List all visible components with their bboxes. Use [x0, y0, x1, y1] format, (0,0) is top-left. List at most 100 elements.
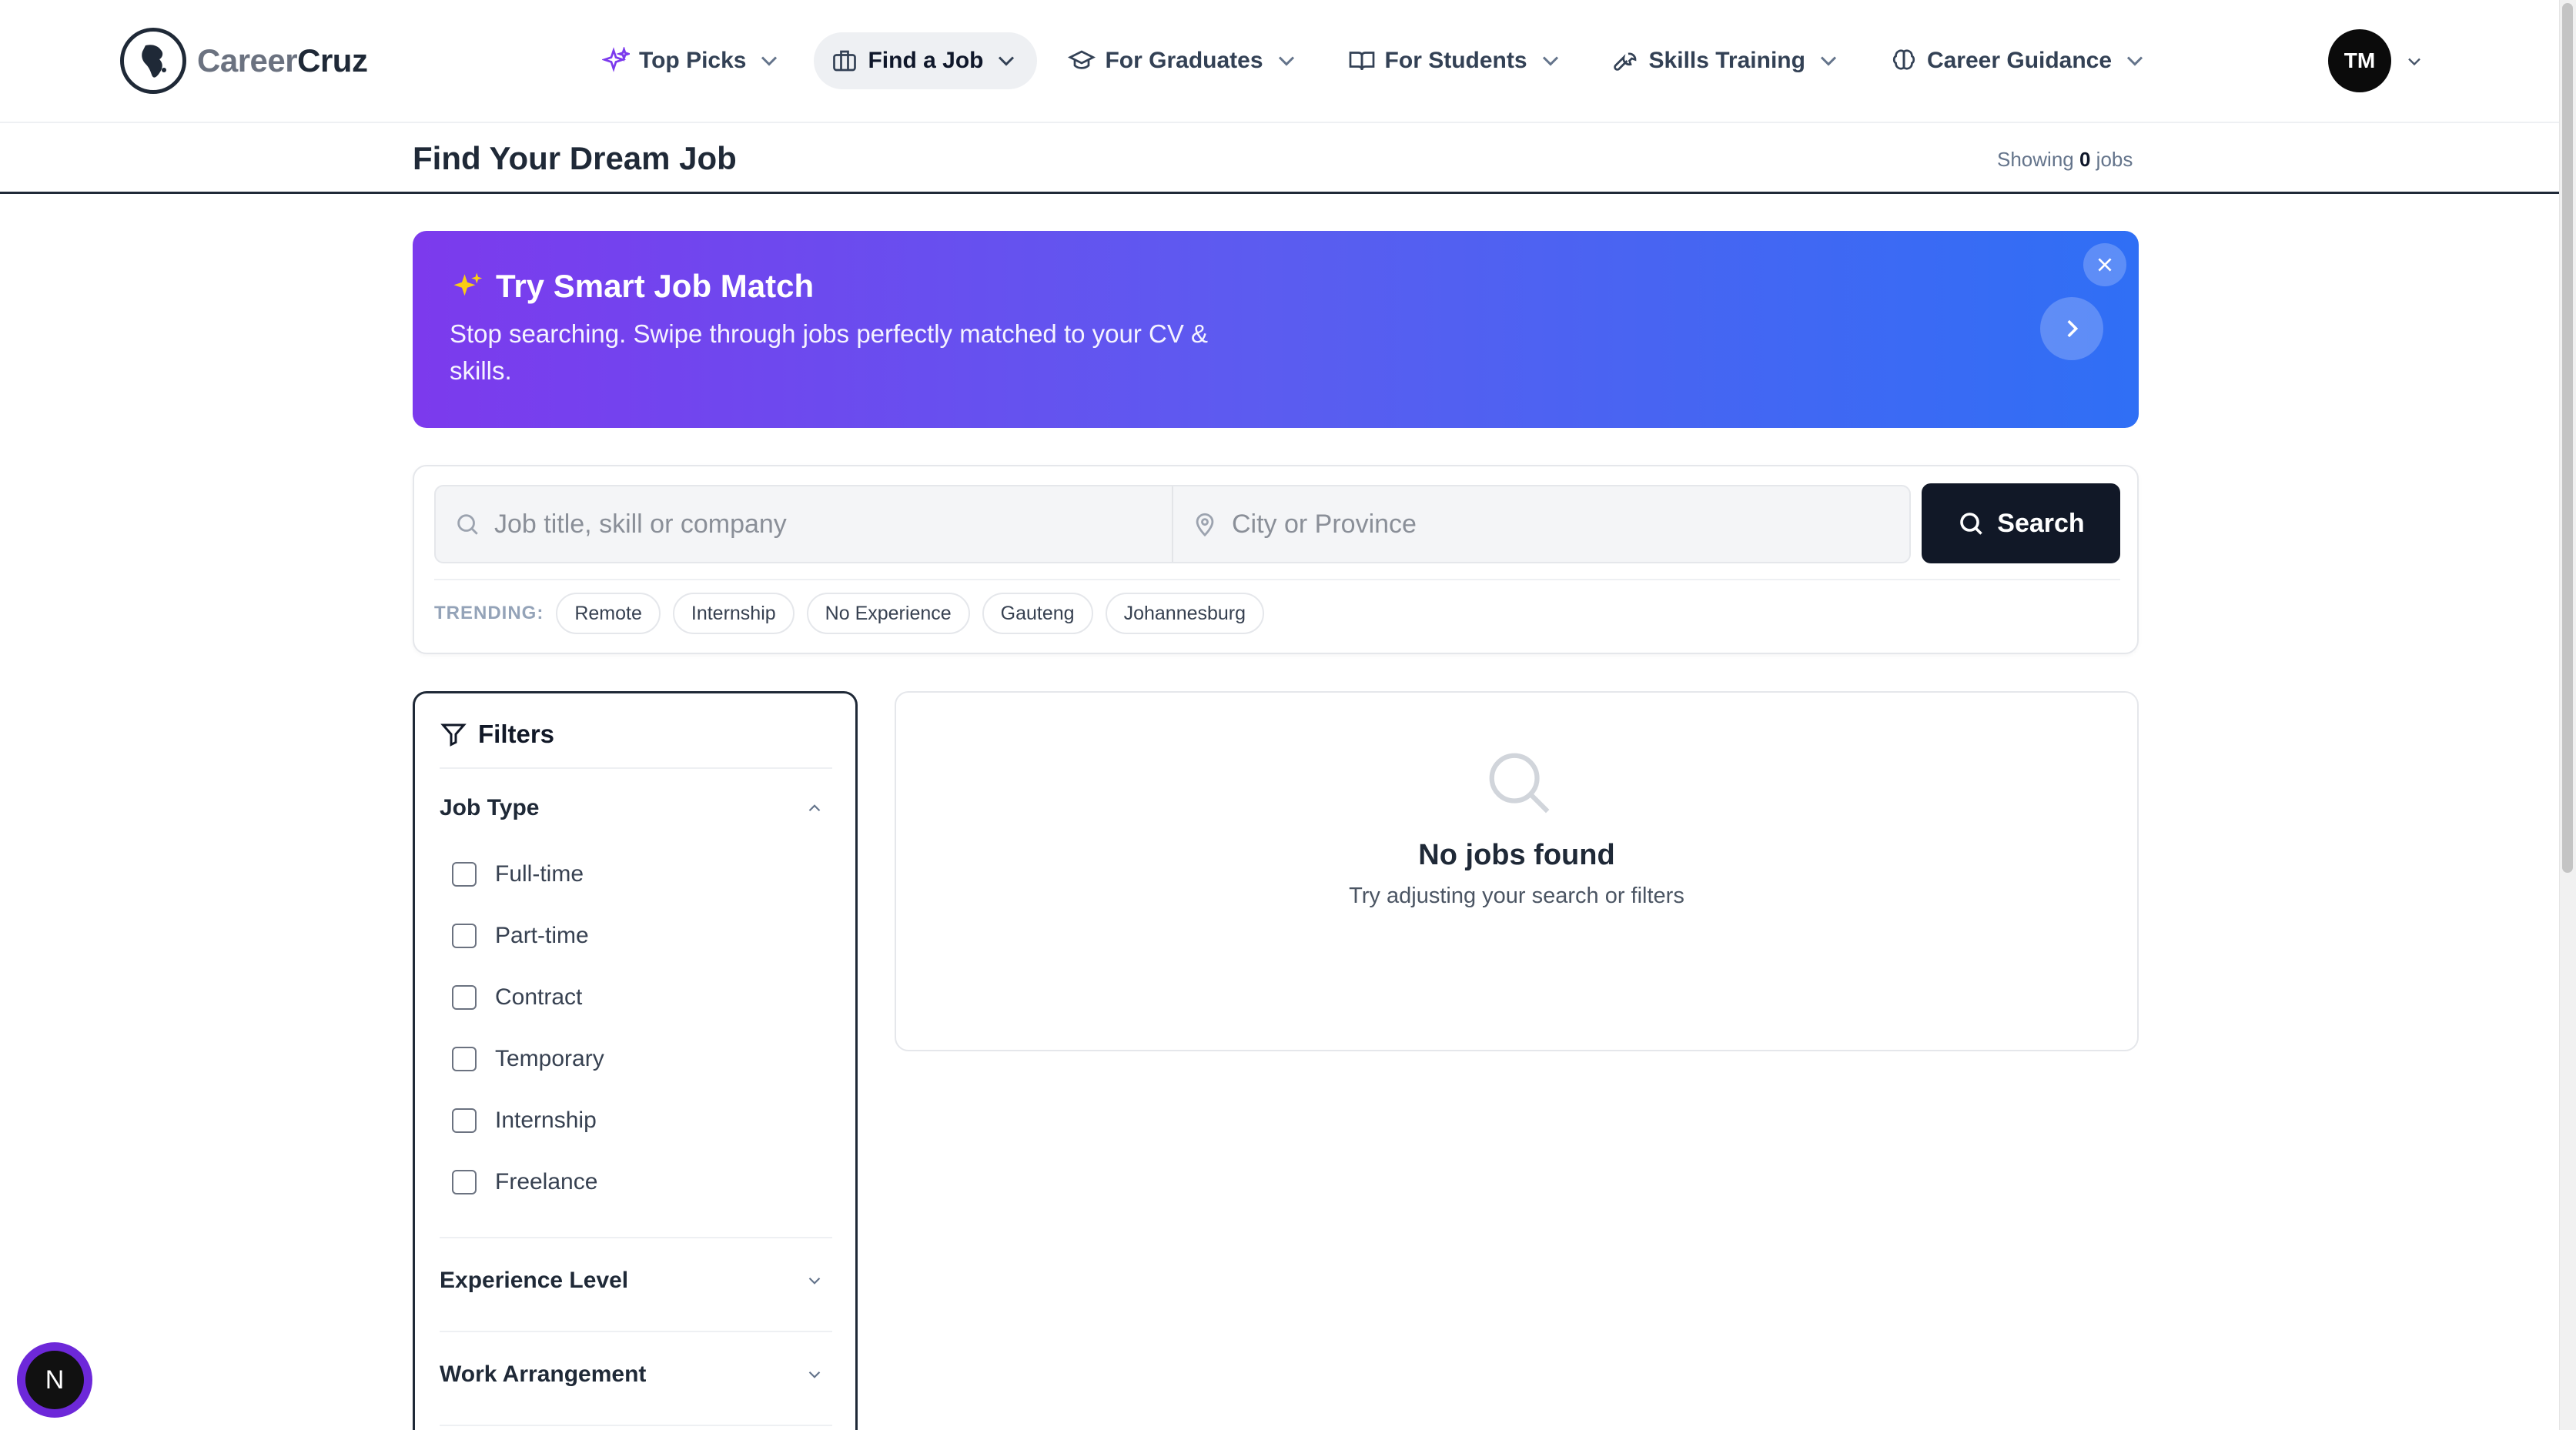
trending-chip[interactable]: Internship — [672, 593, 795, 634]
trending-chip[interactable]: Remote — [556, 593, 661, 634]
job-type-option[interactable]: Internship — [452, 1108, 597, 1134]
option-label: Contract — [495, 984, 583, 1010]
nav-career-guidance[interactable]: Career Guidance — [1873, 32, 2166, 89]
checkbox[interactable] — [452, 1047, 477, 1071]
chevron-down-icon — [808, 1371, 821, 1378]
chevron-down-icon — [761, 56, 778, 66]
trending-chip[interactable]: Johannesburg — [1105, 593, 1265, 634]
sparkles-icon — [602, 47, 630, 72]
divider — [440, 1331, 832, 1332]
assistant-bubble[interactable]: N — [17, 1342, 92, 1418]
results-count-number: 0 — [2079, 148, 2091, 171]
trending-chip[interactable]: No Experience — [806, 593, 970, 634]
work-arrangement-toggle[interactable]: Work Arrangement — [440, 1362, 825, 1388]
option-label: Internship — [495, 1108, 597, 1133]
book-open-icon — [1349, 52, 1374, 71]
chevron-up-icon — [808, 804, 821, 812]
nav-label: For Students — [1384, 48, 1527, 73]
nav-label: Skills Training — [1648, 48, 1805, 73]
checkbox[interactable] — [452, 1108, 477, 1133]
briefcase-icon — [833, 50, 857, 72]
sparkles-icon — [453, 272, 483, 296]
banner-title: Try Smart Job Match — [496, 268, 815, 304]
chevron-down-icon[interactable] — [2404, 51, 2425, 72]
checkbox[interactable] — [452, 985, 477, 1010]
nav-find-a-job[interactable]: Find a Job — [814, 32, 1038, 89]
chevron-down-icon — [2127, 56, 2143, 66]
brand-name-part1: Career — [197, 42, 298, 79]
top-navigation-bar: CareerCruz Top Picks Find a Job For Grad… — [0, 0, 2559, 123]
nav-for-graduates[interactable]: For Graduates — [1051, 32, 1316, 89]
job-type-label: Job Type — [440, 795, 540, 820]
wrench-icon — [1613, 52, 1636, 71]
job-type-option[interactable]: Part-time — [452, 923, 589, 949]
brand-name-part2: Cruz — [297, 42, 368, 79]
main-nav: Top Picks Find a Job For Graduates For S… — [585, 32, 2166, 89]
nav-top-picks[interactable]: Top Picks — [585, 32, 800, 89]
brain-icon — [1892, 49, 1915, 70]
divider — [440, 1425, 832, 1426]
trending-label: TRENDING: — [434, 603, 544, 623]
nav-label: Top Picks — [639, 48, 747, 73]
results-panel: No jobs found Try adjusting your search … — [895, 691, 2139, 1051]
nav-label: For Graduates — [1105, 48, 1263, 73]
option-label: Temporary — [495, 1046, 604, 1071]
trending-row: TRENDING: Remote Internship No Experienc… — [434, 579, 2120, 634]
option-label: Part-time — [495, 923, 589, 948]
close-icon — [2098, 258, 2112, 272]
experience-level-toggle[interactable]: Experience Level — [440, 1268, 825, 1294]
keyword-input[interactable]: Job title, skill or company — [494, 510, 787, 540]
map-pin-icon — [1196, 513, 1214, 537]
chevron-right-icon — [2067, 319, 2079, 338]
job-type-option[interactable]: Freelance — [452, 1169, 597, 1195]
nav-for-students[interactable]: For Students — [1331, 32, 1581, 89]
africa-globe-icon — [120, 28, 186, 94]
option-label: Freelance — [495, 1169, 598, 1194]
location-input[interactable]: City or Province — [1232, 510, 1417, 540]
graduation-cap-icon — [1068, 50, 1096, 69]
chevron-down-icon — [1820, 56, 1837, 66]
search-box: Job title, skill or company City or Prov… — [434, 485, 1911, 563]
nav-skills-training[interactable]: Skills Training — [1595, 32, 1859, 89]
trending-chip[interactable]: Gauteng — [982, 593, 1093, 634]
scrollbar-thumb[interactable] — [2562, 3, 2573, 873]
filters-title: Filters — [478, 720, 555, 748]
results-count: Showing 0 jobs — [1997, 148, 2133, 171]
job-type-option[interactable]: Contract — [452, 984, 582, 1011]
filters-panel: Filters Job Type Full-time Part-time Con… — [413, 691, 858, 1430]
search-icon — [1960, 513, 1983, 535]
work-arrangement-label: Work Arrangement — [440, 1362, 647, 1387]
search-icon — [1489, 753, 1550, 814]
chevron-down-icon — [1542, 56, 1558, 66]
banner-next-button[interactable] — [2040, 297, 2103, 360]
close-banner-button[interactable] — [2083, 243, 2126, 286]
banner-text: Stop searching. Swipe through jobs perfe… — [450, 319, 1209, 385]
chevron-down-icon — [999, 56, 1015, 66]
user-avatar[interactable]: TM — [2328, 29, 2391, 92]
empty-state-subtitle: Try adjusting your search or filters — [1349, 884, 1684, 908]
assistant-letter: N — [25, 1351, 84, 1409]
nav-label: Find a Job — [868, 48, 984, 73]
search-button-label: Search — [1997, 508, 2085, 538]
smart-match-banner[interactable]: Try Smart Job Match Stop searching. Swip… — [413, 231, 2139, 428]
search-icon — [457, 514, 478, 535]
search-card: Job title, skill or company City or Prov… — [413, 465, 2139, 654]
job-type-option[interactable]: Full-time — [452, 861, 584, 887]
checkbox[interactable] — [452, 1170, 477, 1194]
checkbox[interactable] — [452, 924, 477, 948]
chevron-down-icon — [1278, 56, 1294, 66]
page-header: Find Your Dream Job Showing 0 jobs — [0, 123, 2559, 194]
search-button[interactable]: Search — [1922, 483, 2120, 563]
location-field[interactable]: City or Province — [1172, 486, 1909, 562]
page-title: Find Your Dream Job — [413, 140, 737, 176]
divider — [440, 1237, 832, 1238]
job-type-toggle[interactable]: Job Type — [440, 795, 825, 821]
checkbox[interactable] — [452, 862, 477, 887]
experience-level-label: Experience Level — [440, 1268, 629, 1293]
nav-label: Career Guidance — [1926, 48, 2113, 73]
brand-logo[interactable]: CareerCruz — [120, 28, 368, 94]
keyword-field[interactable]: Job title, skill or company — [436, 486, 1172, 562]
page-scrollbar[interactable] — [2559, 0, 2576, 1430]
divider — [440, 767, 832, 769]
job-type-option[interactable]: Temporary — [452, 1046, 604, 1072]
